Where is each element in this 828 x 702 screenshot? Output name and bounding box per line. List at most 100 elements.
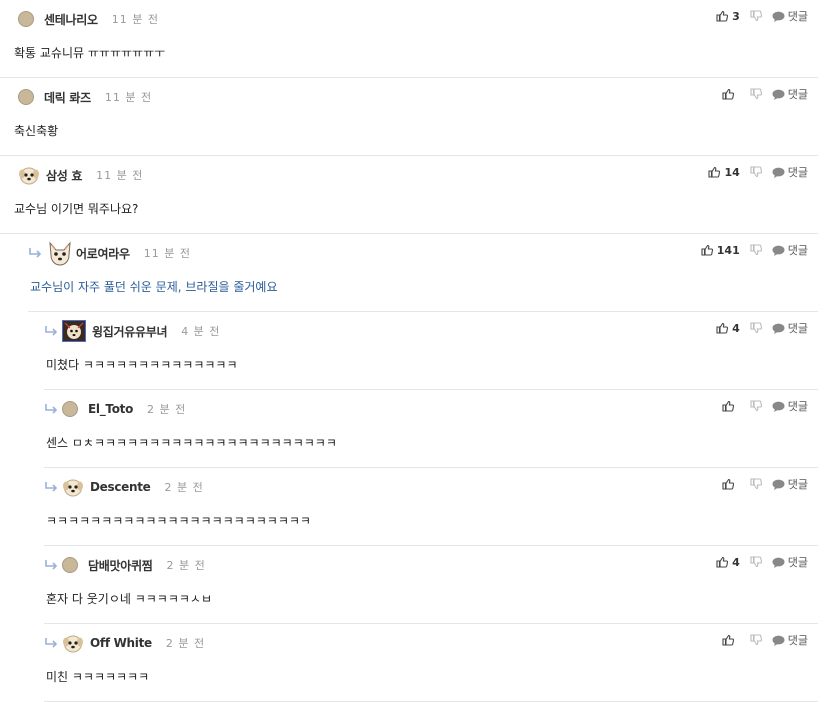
- comment-actions: 14 댓글: [708, 164, 808, 180]
- like-button[interactable]: [722, 634, 740, 646]
- comment-item: El_Toto 2 분 전 센스 ㅁㅊㅋㅋㅋㅋㅋㅋㅋㅋㅋㅋㅋㅋㅋㅋㅋㅋㅋㅋㅋㅋㅋㅋ 댓…: [44, 390, 818, 468]
- dislike-button[interactable]: [750, 478, 762, 490]
- author-name[interactable]: 데릭 롸즈: [44, 89, 91, 106]
- avatar-icon[interactable]: [18, 11, 34, 27]
- comment-actions: 3 댓글: [716, 8, 808, 24]
- comment-item: Descente 2 분 전 ㅋㅋㅋㅋㅋㅋㅋㅋㅋㅋㅋㅋㅋㅋㅋㅋㅋㅋㅋㅋㅋㅋㅋㅋ 댓글: [44, 468, 818, 546]
- speech-bubble-icon: [772, 89, 785, 100]
- speech-bubble-icon: [772, 635, 785, 646]
- reply-button[interactable]: 댓글: [772, 86, 808, 102]
- comment-meta: 센테나리오 11 분 전: [18, 8, 159, 30]
- like-count: 14: [724, 165, 740, 179]
- thumbs-up-icon: [716, 322, 729, 334]
- avatar-icon[interactable]: [18, 164, 40, 186]
- author-name[interactable]: El_Toto: [88, 402, 133, 416]
- like-button[interactable]: [722, 88, 740, 100]
- dislike-button[interactable]: [750, 322, 762, 334]
- reply-arrow-icon: [28, 247, 42, 259]
- reply-button[interactable]: 댓글: [772, 554, 808, 570]
- speech-bubble-icon: [772, 557, 785, 568]
- avatar-icon[interactable]: [18, 89, 34, 105]
- comment-body: 미쳤다 ㅋㅋㅋㅋㅋㅋㅋㅋㅋㅋㅋㅋㅋㅋ: [46, 358, 238, 372]
- dislike-button[interactable]: [750, 10, 762, 22]
- reply-label: 댓글: [787, 10, 808, 23]
- timestamp: 2 분 전: [147, 403, 187, 416]
- reply-label: 댓글: [787, 244, 808, 257]
- like-button[interactable]: 141: [701, 244, 740, 257]
- author-name[interactable]: 센테나리오: [44, 11, 98, 28]
- like-button[interactable]: [722, 400, 740, 412]
- reply-arrow-icon: [44, 403, 58, 415]
- avatar-icon[interactable]: [46, 240, 74, 266]
- timestamp: 11 분 전: [111, 13, 159, 26]
- speech-bubble-icon: [772, 323, 785, 334]
- comment-meta: 어로여라우 11 분 전: [28, 240, 191, 266]
- comment-meta: El_Toto 2 분 전: [44, 398, 186, 420]
- reply-arrow-icon: [44, 559, 58, 571]
- author-name[interactable]: 윙집거유유부녀: [92, 323, 167, 340]
- avatar-icon[interactable]: [62, 557, 78, 573]
- author-name[interactable]: 담배맛아퀴찜: [88, 557, 153, 574]
- reply-label: 댓글: [787, 634, 808, 647]
- reply-arrow-icon: [44, 325, 58, 337]
- comment-meta: 삼성 효 11 분 전: [18, 164, 143, 186]
- like-button[interactable]: 4: [716, 322, 740, 335]
- avatar-icon[interactable]: [62, 632, 84, 654]
- comment-item: Off White 2 분 전미친 ㅋㅋㅋㅋㅋㅋㅋ 댓글: [44, 624, 818, 702]
- comment-body: 확통 교슈니뮤 ㅠㅠㅠㅠㅠㅠㅜ: [14, 46, 166, 60]
- reply-button[interactable]: 댓글: [772, 164, 808, 180]
- reply-button[interactable]: 댓글: [772, 8, 808, 24]
- thumbs-down-icon: [750, 400, 762, 412]
- like-count: 141: [716, 243, 740, 257]
- like-button[interactable]: 4: [716, 556, 740, 569]
- thumbs-up-icon: [701, 244, 713, 256]
- reply-button[interactable]: 댓글: [772, 398, 808, 414]
- dislike-button[interactable]: [750, 556, 762, 568]
- reply-button[interactable]: 댓글: [772, 242, 808, 258]
- timestamp: 4 분 전: [181, 325, 221, 338]
- thumbs-down-icon: [750, 478, 762, 490]
- reply-button[interactable]: 댓글: [772, 476, 808, 492]
- dislike-button[interactable]: [750, 244, 762, 256]
- comment-actions: 4 댓글: [716, 554, 808, 570]
- author-name[interactable]: Off White: [90, 636, 152, 650]
- speech-bubble-icon: [772, 479, 785, 490]
- reply-button[interactable]: 댓글: [772, 320, 808, 336]
- dislike-button[interactable]: [750, 634, 762, 646]
- thumbs-down-icon: [750, 166, 762, 178]
- comment-body: 교수님 이기면 뭐주나요?: [14, 202, 139, 216]
- thumbs-up-icon: [708, 166, 721, 178]
- comment-body: ㅋㅋㅋㅋㅋㅋㅋㅋㅋㅋㅋㅋㅋㅋㅋㅋㅋㅋㅋㅋㅋㅋㅋㅋ: [46, 514, 311, 528]
- like-button[interactable]: 3: [716, 10, 740, 23]
- timestamp: 2 분 전: [165, 637, 206, 650]
- dislike-button[interactable]: [750, 166, 762, 178]
- author-name[interactable]: 삼성 효: [46, 167, 82, 184]
- comment-item: 삼성 효 11 분 전교수님 이기면 뭐주나요? 14 댓글: [0, 156, 818, 234]
- comment-body: 미친 ㅋㅋㅋㅋㅋㅋㅋ: [46, 670, 150, 684]
- thumbs-down-icon: [750, 556, 762, 568]
- speech-bubble-icon: [772, 245, 785, 256]
- reply-button[interactable]: 댓글: [772, 632, 808, 648]
- like-count: 4: [732, 321, 740, 335]
- author-name[interactable]: 어로여라우: [76, 245, 130, 262]
- thumbs-down-icon: [750, 634, 762, 646]
- dislike-button[interactable]: [750, 88, 762, 100]
- timestamp: 11 분 전: [96, 169, 144, 182]
- thumbs-down-icon: [750, 322, 762, 334]
- avatar-icon[interactable]: [62, 401, 78, 417]
- speech-bubble-icon: [772, 401, 785, 412]
- author-name[interactable]: Descente: [90, 480, 151, 494]
- comment-body: 교수님이 자주 풀던 쉬운 문제, 브라질을 줄거예요: [30, 280, 278, 294]
- comment-meta: Descente 2 분 전: [44, 476, 204, 498]
- comment-actions: 4 댓글: [716, 320, 808, 336]
- avatar-icon[interactable]: [62, 476, 84, 498]
- thumbs-down-icon: [750, 88, 762, 100]
- like-button[interactable]: 14: [708, 165, 740, 179]
- like-count: 3: [732, 9, 740, 23]
- reply-label: 댓글: [787, 166, 808, 179]
- comment-actions: 댓글: [722, 86, 808, 102]
- avatar-icon[interactable]: [62, 320, 86, 342]
- like-count: 4: [732, 555, 740, 569]
- like-button[interactable]: [722, 478, 740, 490]
- dislike-button[interactable]: [750, 400, 762, 412]
